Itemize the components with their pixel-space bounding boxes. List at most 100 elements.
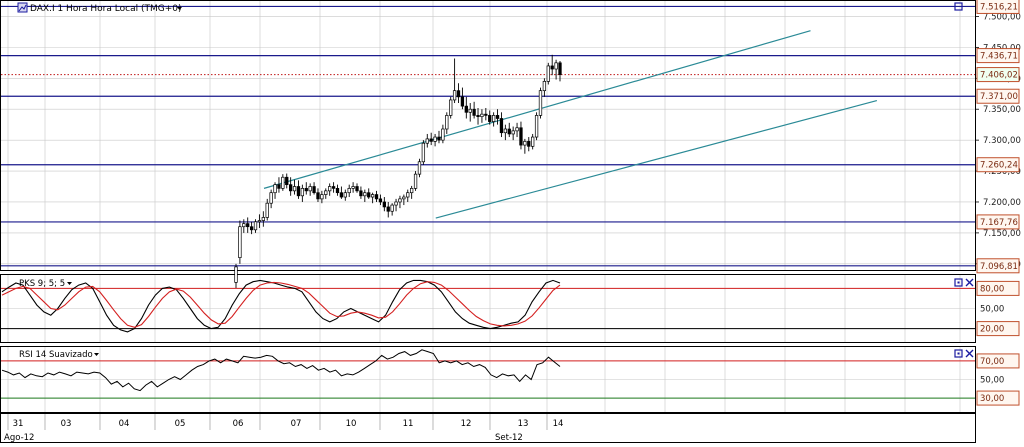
rsi-panel-header[interactable]: RSI 14 Suavizado (19, 350, 99, 360)
candle-body (339, 192, 344, 198)
candle-body (406, 192, 410, 198)
candle-body (515, 127, 519, 132)
pks-tick-label: 80,00 (980, 284, 1004, 294)
candle-body (429, 138, 433, 142)
candle-body (437, 136, 441, 141)
pks-panel-title: PKS 9; 5; 5 (19, 279, 65, 289)
candle-body (320, 194, 324, 200)
candle-body (413, 173, 418, 189)
candle-body (253, 221, 258, 231)
candle-body (534, 115, 539, 138)
x-month-label: Ago-12 (4, 433, 34, 443)
level-label: 7.167,76 (980, 218, 1018, 228)
main-panel-header[interactable]: DAX.I 1 Hora Hora Local (TMG+0) (17, 2, 182, 14)
pks-tick-label: 50,00 (980, 305, 1004, 315)
candle-body (265, 202, 269, 218)
x-day-label: 12 (461, 419, 472, 429)
x-day-label: 11 (403, 419, 414, 429)
candle-body (316, 192, 320, 200)
rsi-tick-label: 70,00 (980, 357, 1004, 367)
candle-body (488, 115, 492, 122)
level-label: 7.516,21 (980, 2, 1018, 12)
candle-body (542, 81, 547, 92)
level-label: 7.096,81 (980, 262, 1018, 272)
candle-body (347, 188, 351, 194)
candle-body (554, 62, 558, 70)
level-label: 7.260,24 (980, 161, 1018, 171)
pks-panel-header[interactable]: PKS 9; 5; 5 (19, 279, 72, 289)
x-day-label: 13 (518, 419, 529, 429)
candle-body (460, 96, 465, 107)
candle-body (343, 192, 347, 198)
candle-body (468, 108, 472, 113)
candle-body (491, 115, 496, 122)
y-tick-label: 7.350,00 (983, 105, 1021, 115)
candle-body (523, 141, 527, 146)
candle-body (425, 138, 429, 144)
candle-body (546, 65, 550, 82)
candle-body (472, 108, 476, 116)
chart-window: 7.500,007.450,007.400,007.350,007.300,00… (0, 0, 1024, 443)
level-label: 7.371,00 (980, 92, 1018, 102)
candle-body (441, 128, 445, 141)
candle-body (296, 186, 301, 197)
chart-svg: 7.500,007.450,007.400,007.350,007.300,00… (0, 0, 1024, 443)
last-price-label: 7.406,02 (980, 71, 1018, 81)
main-panel-title: DAX.I 1 Hora Hora Local (TMG+0) (30, 4, 181, 14)
x-day-label: 10 (346, 419, 357, 429)
candle-body (242, 223, 246, 228)
candle-body (394, 201, 398, 206)
rsi-panel-title: RSI 14 Suavizado (19, 350, 93, 360)
candle-body (335, 188, 340, 194)
candle-body (238, 226, 242, 258)
candle-body (538, 90, 543, 116)
candle-body (285, 176, 289, 186)
x-day-label: 06 (233, 419, 244, 429)
candle-body (417, 161, 422, 175)
candle-body (484, 113, 488, 116)
candle-body (386, 206, 390, 212)
x-day-label: 05 (175, 419, 186, 429)
candle-body (519, 127, 523, 146)
candle-body (511, 130, 515, 135)
candle-body (464, 105, 468, 113)
candle-body (328, 186, 332, 192)
candle-body (480, 113, 484, 117)
candle-body (421, 142, 426, 163)
candle-body (390, 204, 394, 212)
candle-body (363, 192, 367, 197)
candle-body (308, 186, 312, 192)
candle-body (324, 190, 328, 195)
candle-body (495, 115, 500, 119)
y-tick-label: 7.300,00 (983, 136, 1021, 146)
candle-body (558, 62, 562, 75)
candle-body (531, 136, 535, 147)
candle-body (289, 184, 293, 192)
candle-body (445, 115, 449, 130)
x-day-label: 31 (13, 419, 24, 429)
candle-body (257, 220, 262, 223)
candle-body (355, 186, 359, 192)
candle-body (449, 99, 453, 116)
candle-body (550, 65, 554, 70)
candle-body (503, 128, 507, 134)
x-day-label: 03 (61, 419, 72, 429)
candle-body (507, 128, 511, 135)
candle-body (312, 186, 316, 194)
candle-body (398, 198, 402, 203)
candle-body (359, 190, 363, 197)
candle-body (410, 188, 414, 194)
candle-body (300, 188, 305, 197)
candle-body (452, 90, 457, 101)
y-tick-label: 7.500,00 (983, 12, 1021, 22)
candle-body (304, 188, 308, 192)
level-label: 7.436,71 (980, 52, 1018, 62)
candle-body (433, 136, 437, 142)
candle-body (370, 194, 375, 198)
candle-body (269, 192, 273, 204)
candle-body (273, 184, 277, 194)
candle-body (351, 186, 355, 189)
candle-body (367, 192, 371, 198)
x-day-label: 04 (119, 419, 130, 429)
x-day-label: 14 (553, 419, 564, 429)
